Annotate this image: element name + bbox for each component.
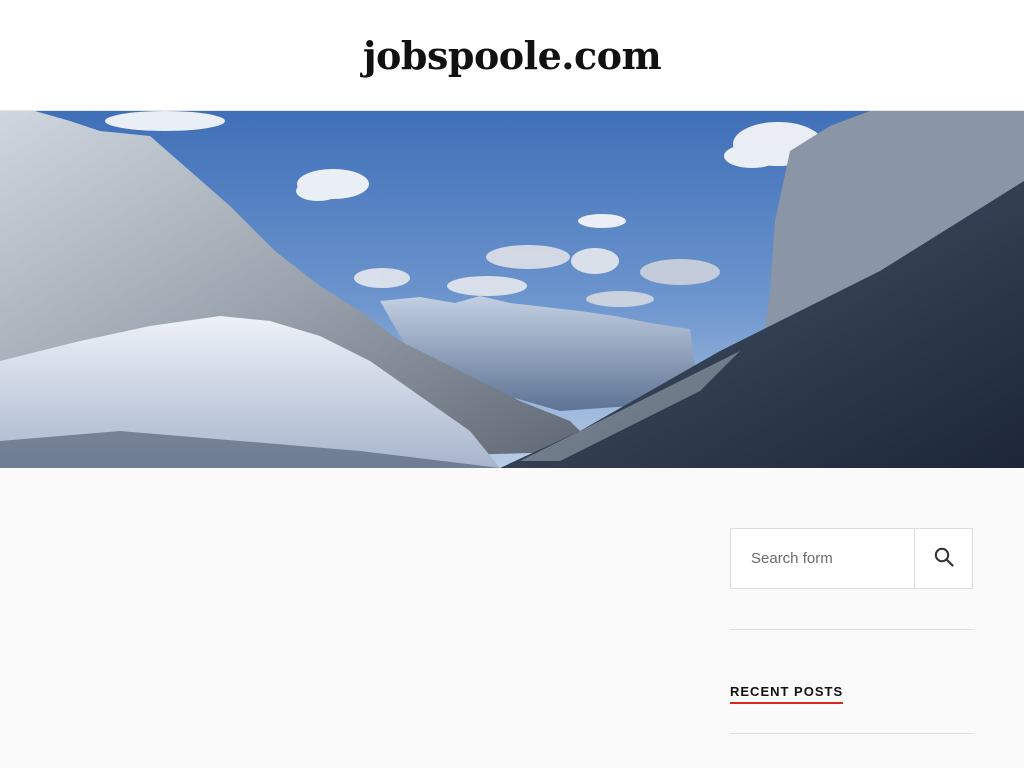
search-input[interactable] — [731, 529, 914, 588]
sidebar-divider — [730, 629, 973, 630]
site-title-link[interactable]: jobspoole.com — [0, 30, 1024, 82]
search-form — [730, 528, 973, 589]
main-content — [0, 468, 1024, 768]
recent-posts-heading: RECENT POSTS — [730, 683, 844, 704]
site-header: jobspoole.com — [0, 0, 1024, 111]
sidebar-divider — [730, 733, 973, 734]
search-button[interactable] — [914, 529, 972, 588]
hero-image — [0, 111, 1024, 468]
search-icon — [934, 547, 954, 570]
